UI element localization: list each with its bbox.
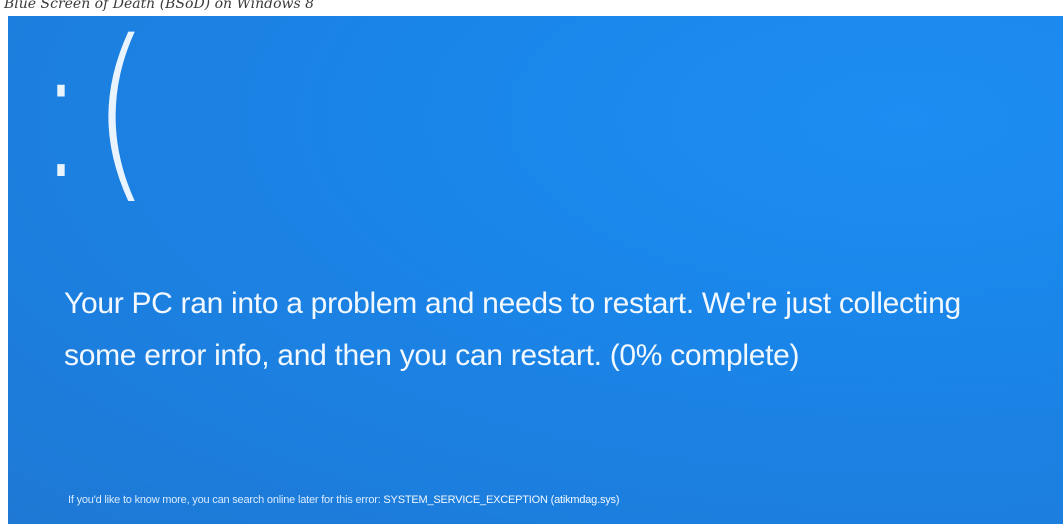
sad-face-icon: :( <box>36 16 157 221</box>
bsod-screen: :( Your PC ran into a problem and needs … <box>8 16 1063 524</box>
error-footnote: If you'd like to know more, you can sear… <box>68 494 620 506</box>
image-caption-strip: Blue Screen of Death (BSoD) on Windows 8 <box>0 0 1063 16</box>
footnote-text: If you'd like to know more, you can sear… <box>68 494 381 506</box>
stop-code: SYSTEM_SERVICE_EXCEPTION (atikmdag.sys) <box>383 494 620 506</box>
error-message: Your PC ran into a problem and needs to … <box>64 287 961 372</box>
image-caption: Blue Screen of Death (BSoD) on Windows 8 <box>4 0 315 12</box>
